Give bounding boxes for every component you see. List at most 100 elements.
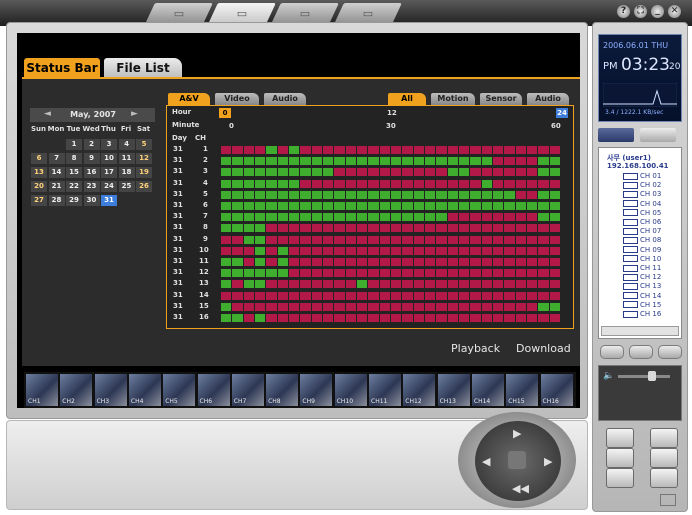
record-segment[interactable]	[323, 280, 334, 289]
calendar-day[interactable]: 29	[66, 195, 82, 206]
record-segment[interactable]	[515, 146, 526, 154]
record-segment[interactable]	[402, 202, 413, 210]
calendar-day[interactable]: 10	[101, 153, 117, 164]
record-segment[interactable]	[266, 258, 277, 266]
record-segment[interactable]	[255, 235, 266, 244]
record-segment[interactable]	[515, 224, 526, 233]
record-segment[interactable]	[515, 202, 526, 210]
record-segment[interactable]	[289, 168, 300, 177]
record-segment[interactable]	[345, 269, 356, 278]
record-segment[interactable]	[538, 235, 549, 244]
record-segment[interactable]	[255, 190, 266, 199]
record-segment[interactable]	[538, 246, 549, 255]
calendar-day[interactable]: 30	[83, 195, 100, 206]
record-segment[interactable]	[493, 302, 504, 311]
record-segment[interactable]	[391, 202, 402, 210]
record-segment[interactable]	[504, 146, 515, 154]
calendar-day[interactable]: 5	[136, 139, 152, 150]
record-segment[interactable]	[459, 179, 470, 188]
record-segment[interactable]	[334, 202, 345, 210]
record-segment[interactable]	[323, 224, 334, 233]
record-segment[interactable]	[391, 314, 402, 322]
tree-channel[interactable]: CH 04	[623, 200, 661, 208]
tab-audio[interactable]: Audio	[264, 93, 306, 105]
record-segment[interactable]	[413, 280, 424, 289]
record-segment[interactable]	[459, 157, 470, 166]
record-segment[interactable]	[289, 280, 300, 289]
record-segment[interactable]	[527, 258, 538, 266]
record-segment[interactable]	[413, 235, 424, 244]
calendar-day[interactable]: 25	[118, 181, 135, 192]
record-segment[interactable]	[345, 246, 356, 255]
record-segment[interactable]	[459, 224, 470, 233]
record-segment[interactable]	[402, 235, 413, 244]
record-segment[interactable]	[549, 302, 560, 311]
record-segment[interactable]	[368, 302, 379, 311]
tree-channel[interactable]: CH 11	[623, 264, 661, 272]
record-segment[interactable]	[413, 146, 424, 154]
record-segment[interactable]	[311, 168, 322, 177]
record-segment[interactable]	[436, 157, 447, 166]
record-segment[interactable]	[243, 302, 254, 311]
record-segment[interactable]	[311, 179, 322, 188]
thumbnail-ch13[interactable]: CH13	[437, 374, 470, 406]
record-segment[interactable]	[436, 280, 447, 289]
record-segment[interactable]	[413, 224, 424, 233]
record-segment[interactable]	[357, 269, 368, 278]
record-segment[interactable]	[459, 190, 470, 199]
record-segment[interactable]	[391, 235, 402, 244]
record-segment[interactable]	[266, 224, 277, 233]
record-segment[interactable]	[379, 291, 390, 300]
record-segment[interactable]	[255, 213, 266, 222]
resize-icon[interactable]	[660, 494, 676, 506]
record-segment[interactable]	[459, 168, 470, 177]
record-segment[interactable]	[243, 168, 254, 177]
record-segment[interactable]	[243, 146, 254, 154]
record-segment[interactable]	[436, 302, 447, 311]
record-segment[interactable]	[459, 146, 470, 154]
tree-channel[interactable]: CH 03	[623, 190, 661, 198]
record-segment[interactable]	[527, 302, 538, 311]
record-segment[interactable]	[311, 302, 322, 311]
record-segment[interactable]	[504, 246, 515, 255]
record-segment[interactable]	[368, 168, 379, 177]
record-segment[interactable]	[289, 314, 300, 322]
record-segment[interactable]	[481, 269, 492, 278]
record-segment[interactable]	[402, 157, 413, 166]
record-segment[interactable]	[311, 269, 322, 278]
record-segment[interactable]	[300, 179, 311, 188]
record-segment[interactable]	[311, 224, 322, 233]
record-segment[interactable]	[470, 213, 481, 222]
record-segment[interactable]	[538, 157, 549, 166]
record-segment[interactable]	[447, 213, 458, 222]
volume-thumb[interactable]	[648, 371, 656, 381]
record-segment[interactable]	[493, 246, 504, 255]
record-segment[interactable]	[504, 258, 515, 266]
record-segment[interactable]	[515, 269, 526, 278]
record-segment[interactable]	[266, 202, 277, 210]
record-segment[interactable]	[447, 190, 458, 199]
record-segment[interactable]	[481, 258, 492, 266]
record-segment[interactable]	[221, 269, 232, 278]
record-segment[interactable]	[255, 246, 266, 255]
record-segment[interactable]	[221, 202, 232, 210]
record-segment[interactable]	[345, 146, 356, 154]
record-segment[interactable]	[459, 246, 470, 255]
next-frame-icon[interactable]: ▶	[544, 455, 552, 468]
record-segment[interactable]	[357, 258, 368, 266]
record-segment[interactable]	[391, 224, 402, 233]
record-segment[interactable]	[447, 258, 458, 266]
record-segment[interactable]	[368, 246, 379, 255]
record-segment[interactable]	[323, 258, 334, 266]
record-segment[interactable]	[289, 157, 300, 166]
minimize-icon[interactable]: _	[651, 5, 664, 18]
record-segment[interactable]	[538, 190, 549, 199]
record-segment[interactable]	[447, 269, 458, 278]
record-segment[interactable]	[459, 202, 470, 210]
record-segment[interactable]	[413, 168, 424, 177]
record-segment[interactable]	[515, 235, 526, 244]
record-segment[interactable]	[538, 258, 549, 266]
record-segment[interactable]	[311, 235, 322, 244]
tree-channel[interactable]: CH 02	[623, 181, 661, 189]
record-segment[interactable]	[379, 190, 390, 199]
